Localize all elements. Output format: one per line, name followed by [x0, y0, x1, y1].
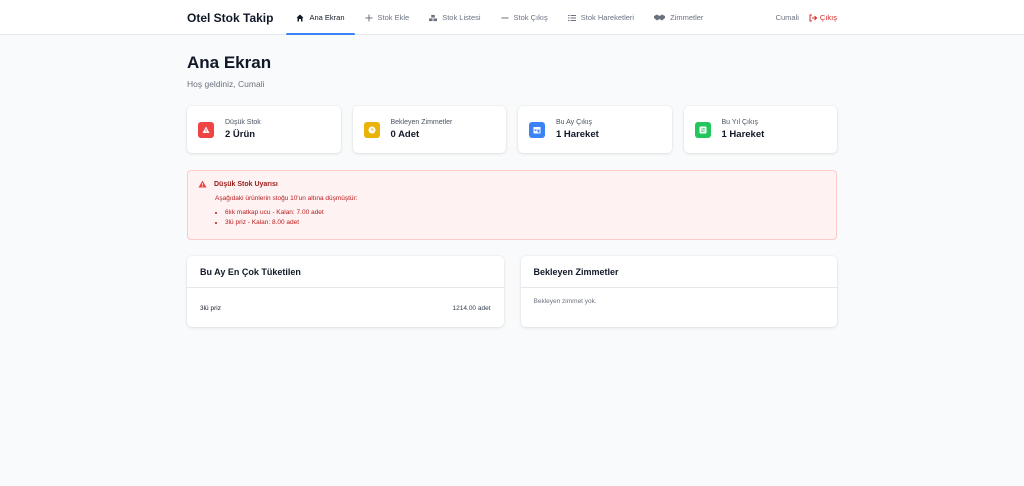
alert-title: Düşük Stok Uyarısı — [198, 180, 826, 188]
panel-title: Bu Ay En Çok Tüketilen — [187, 256, 504, 288]
stat-card-year-out: Bu Yıl Çıkış 1 Hareket — [683, 106, 837, 153]
alert-description: Aşağıdaki ürünlerin stoğu 10'un altına d… — [215, 195, 358, 202]
table-row: 3lü priz 1214.00 adet — [200, 288, 491, 328]
current-user-name: Cumali — [775, 13, 799, 22]
nav-link-add-stock[interactable]: Stok Ekle — [355, 0, 420, 35]
alert-title-text: Düşük Stok Uyarısı — [214, 180, 278, 188]
handshake-icon — [654, 14, 666, 22]
nav-user-area: Cumali Çıkış — [776, 13, 837, 22]
home-icon — [296, 14, 304, 22]
stat-value: 2 Ürün — [225, 129, 256, 140]
nav-link-home[interactable]: Ana Ekran — [286, 0, 355, 35]
nav-link-label: Ana Ekran — [309, 13, 345, 22]
stat-value: 1 Hareket — [721, 129, 765, 140]
list-icon — [567, 14, 576, 22]
top-navbar: Otel Stok Takip Ana Ekran Stok Ekle Stok… — [0, 0, 1024, 35]
nav-link-label: Stok Hareketleri — [580, 13, 635, 22]
exchange-icon — [694, 121, 711, 138]
page-title: Ana Ekran — [187, 53, 272, 72]
empty-state-text: Bekleyen zimmet yok. — [533, 298, 597, 305]
logout-link[interactable]: Çıkış — [809, 13, 837, 22]
warning-icon — [198, 180, 207, 188]
low-stock-alert: Düşük Stok Uyarısı Aşağıdaki ürünlerin s… — [187, 170, 837, 240]
plus-icon — [365, 14, 373, 22]
nav-link-stock-out[interactable]: Stok Çıkış — [491, 0, 558, 35]
clock-icon — [363, 121, 380, 138]
minus-icon — [501, 14, 509, 22]
nav-link-stock-movements[interactable]: Stok Hareketleri — [558, 0, 644, 35]
main-content: Ana Ekran Hoş geldiniz, Cumali Düşük Sto… — [187, 35, 837, 327]
stat-value: 0 Adet — [390, 129, 420, 140]
item-quantity: 1214.00 adet — [452, 304, 491, 312]
nav-link-label: Stok Çıkış — [513, 13, 548, 22]
nav-link-label: Zimmetler — [670, 13, 704, 22]
stat-label: Bekleyen Zimmetler — [390, 119, 453, 126]
navbar-inner: Otel Stok Takip Ana Ekran Stok Ekle Stok… — [187, 0, 837, 35]
panel-body: 3lü priz 1214.00 adet — [187, 288, 504, 328]
stat-card-month-out: Bu Ay Çıkış 1 Hareket — [518, 106, 672, 153]
list-item: 3lü priz - Kalan: 8.00 adet — [225, 218, 826, 228]
stat-value: 1 Hareket — [556, 129, 599, 140]
item-name: 3lü priz — [200, 304, 221, 312]
pending-assignments-panel: Bekleyen Zimmetler Bekleyen zimmet yok. — [520, 256, 838, 327]
nav-link-label: Stok Ekle — [377, 13, 410, 22]
stats-row: Düşük Stok 2 Ürün Bekleyen Zimmetler 0 A… — [187, 106, 837, 153]
warning-icon — [198, 121, 214, 138]
stat-card-low-stock: Düşük Stok 2 Ürün — [187, 106, 341, 153]
list-item: 6lık matkap ucu - Kalan: 7.00 adet — [225, 208, 826, 218]
nav-links: Ana Ekran Stok Ekle Stok Listesi Stok Çı… — [286, 0, 713, 35]
boxes-icon — [429, 14, 438, 22]
logout-icon — [809, 14, 817, 22]
calendar-icon — [529, 121, 545, 138]
panel-body: Bekleyen zimmet yok. — [521, 288, 838, 316]
welcome-text: Hoş geldiniz, Cumali — [187, 79, 265, 89]
stat-label: Düşük Stok — [225, 119, 261, 126]
stat-label: Bu Ay Çıkış — [556, 119, 593, 126]
alert-items: 6lık matkap ucu - Kalan: 7.00 adet 3lü p… — [225, 208, 826, 228]
nav-link-label: Stok Listesi — [442, 13, 481, 22]
panels-row: Bu Ay En Çok Tüketilen 3lü priz 1214.00 … — [187, 256, 837, 327]
brand-logo[interactable]: Otel Stok Takip — [187, 11, 273, 25]
panel-title: Bekleyen Zimmetler — [520, 256, 837, 288]
stat-card-pending-assignments: Bekleyen Zimmetler 0 Adet — [352, 106, 506, 153]
most-consumed-panel: Bu Ay En Çok Tüketilen 3lü priz 1214.00 … — [187, 256, 504, 327]
logout-label: Çıkış — [819, 13, 837, 22]
stat-label: Bu Yıl Çıkış — [721, 119, 758, 126]
nav-link-stock-list[interactable]: Stok Listesi — [419, 0, 490, 35]
nav-link-assignments[interactable]: Zimmetler — [644, 0, 713, 35]
